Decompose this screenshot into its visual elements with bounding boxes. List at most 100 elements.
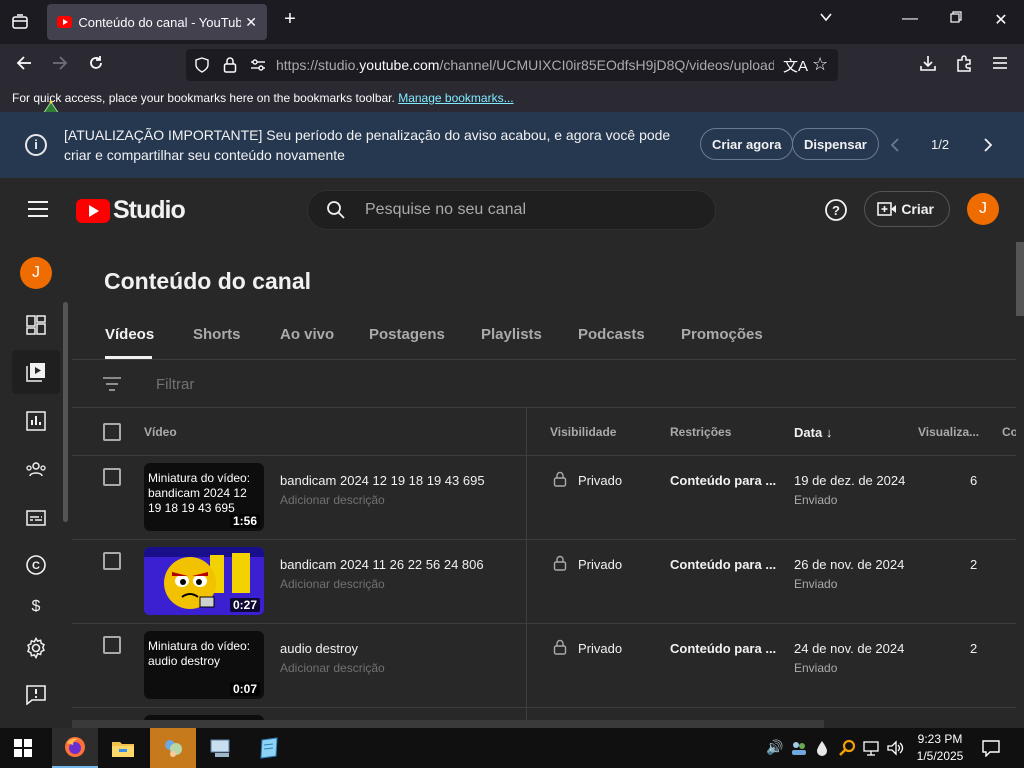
browser-tab-active[interactable]: Conteúdo do canal - YouTube Studio ✕ (47, 4, 267, 40)
tray-drop-icon[interactable] (815, 739, 829, 762)
visibility-value[interactable]: Privado (578, 641, 622, 656)
permissions-icon[interactable] (249, 57, 267, 78)
previous-announcement-icon[interactable] (889, 137, 901, 158)
chat-app-taskbar-icon[interactable] (150, 728, 196, 768)
account-avatar[interactable]: J (967, 193, 999, 225)
subtitles-icon[interactable] (24, 506, 48, 530)
info-icon: i (25, 134, 47, 156)
row-checkbox[interactable] (103, 636, 121, 654)
url-bar[interactable]: https://studio.youtube.com/channel/UCMUI… (186, 49, 838, 81)
menu-icon[interactable] (27, 200, 49, 223)
video-description[interactable]: Adicionar descrição (280, 493, 385, 507)
restore-window-icon[interactable] (944, 10, 968, 28)
forward-arrow-icon[interactable] (49, 54, 71, 77)
list-all-tabs-icon[interactable] (814, 10, 838, 29)
visibility-value[interactable]: Privado (578, 557, 622, 572)
feedback-icon[interactable] (24, 683, 48, 707)
reload-icon[interactable] (85, 54, 107, 77)
analytics-icon[interactable] (24, 409, 48, 433)
computer-app-icon[interactable] (198, 728, 244, 768)
windows-start-icon[interactable] (0, 728, 46, 768)
dashboard-icon[interactable] (24, 313, 48, 337)
url-text: https://studio.youtube.com/channel/UCMUI… (276, 57, 774, 73)
notifications-icon[interactable] (982, 739, 1000, 762)
tab-videos[interactable]: Vídeos (105, 326, 154, 343)
firefox-taskbar-icon[interactable] (52, 728, 98, 768)
taskbar-clock[interactable]: 9:23 PM 1/5/2025 (908, 731, 972, 765)
settings-gear-icon[interactable] (24, 636, 48, 660)
column-header-views[interactable]: Visualiza... (918, 425, 979, 439)
column-header-video: Vídeo (144, 425, 177, 439)
extensions-icon[interactable] (953, 54, 975, 77)
help-icon[interactable]: ? (824, 198, 848, 227)
create-button[interactable]: Criar (864, 191, 950, 227)
manage-bookmarks-link[interactable]: Manage bookmarks... (398, 91, 513, 105)
search-input[interactable]: Pesquise no seu canal (307, 190, 716, 230)
column-header-restrictions[interactable]: Restrições (670, 425, 731, 439)
filter-icon[interactable] (102, 377, 122, 396)
restrictions-value[interactable]: Conteúdo para ... (670, 473, 776, 488)
dismiss-button[interactable]: Dispensar (792, 128, 879, 160)
video-thumbnail[interactable]: Miniatura do vídeo: audio destroy 0:07 (144, 631, 264, 699)
hamburger-menu-icon[interactable] (989, 54, 1011, 75)
column-header-date[interactable]: Data ↓ (794, 425, 832, 440)
video-description[interactable]: Adicionar descrição (280, 661, 385, 675)
filter-input[interactable]: Filtrar (156, 376, 194, 393)
copyright-icon[interactable]: C (24, 553, 48, 577)
notepad-app-icon[interactable] (246, 728, 292, 768)
new-tab-icon[interactable]: + (278, 8, 302, 31)
vertical-scrollbar-thumb[interactable] (1016, 242, 1024, 316)
tab-promotions[interactable]: Promoções (681, 326, 763, 343)
channel-avatar[interactable]: J (20, 257, 52, 289)
tray-people-icon[interactable] (790, 739, 808, 762)
video-thumbnail[interactable]: 0:27 (144, 547, 264, 615)
community-icon[interactable] (24, 457, 48, 481)
tab-live[interactable]: Ao vivo (280, 326, 334, 343)
youtube-logo-icon (76, 198, 110, 223)
sticky-column-divider (526, 408, 527, 728)
horizontal-scrollbar[interactable] (72, 720, 824, 728)
content-icon[interactable] (24, 360, 48, 384)
close-tab-icon[interactable]: ✕ (245, 14, 257, 31)
tab-podcasts[interactable]: Podcasts (578, 326, 645, 343)
file-explorer-icon[interactable] (100, 728, 146, 768)
create-now-button[interactable]: Criar agora (700, 128, 794, 160)
sidebar-scrollbar[interactable] (63, 302, 68, 522)
studio-logo[interactable]: Studio (76, 196, 186, 225)
views-value: 6 (970, 473, 978, 488)
downloads-icon[interactable] (917, 54, 939, 77)
column-header-visibility[interactable]: Visibilidade (550, 425, 616, 439)
video-title[interactable]: audio destroy (280, 641, 358, 656)
close-window-icon[interactable]: ✕ (989, 10, 1013, 30)
tray-network-icon[interactable] (862, 739, 880, 762)
tray-volume-mixer-icon[interactable]: 🔊 (766, 739, 783, 756)
restrictions-value[interactable]: Conteúdo para ... (670, 557, 776, 572)
tab-playlists[interactable]: Playlists (481, 326, 542, 343)
visibility-value[interactable]: Privado (578, 473, 622, 488)
restrictions-value[interactable]: Conteúdo para ... (670, 641, 776, 656)
video-duration: 1:56 (229, 514, 260, 528)
video-title[interactable]: bandicam 2024 11 26 22 56 24 806 (280, 557, 484, 572)
tray-search-key-icon[interactable] (838, 739, 856, 762)
back-arrow-icon[interactable] (13, 54, 35, 77)
tab-shorts[interactable]: Shorts (193, 326, 241, 343)
select-all-checkbox[interactable] (103, 423, 121, 441)
page-title: Conteúdo do canal (104, 268, 311, 294)
earn-icon[interactable]: $ (24, 598, 48, 612)
tray-speaker-icon[interactable] (886, 739, 904, 762)
tab-posts[interactable]: Postagens (369, 326, 445, 343)
next-announcement-icon[interactable] (982, 137, 994, 158)
tab-list-icon[interactable] (10, 12, 30, 32)
minimize-icon[interactable]: — (898, 10, 922, 28)
filter-bar[interactable]: Filtrar (72, 360, 1016, 408)
translate-icon[interactable]: 文A (783, 55, 808, 76)
bookmark-star-icon[interactable]: ☆ (812, 54, 828, 75)
row-checkbox[interactable] (103, 552, 121, 570)
video-thumbnail[interactable]: Miniatura do vídeo: bandicam 2024 12 19 … (144, 463, 264, 531)
video-title[interactable]: bandicam 2024 12 19 18 19 43 695 (280, 473, 485, 488)
tracking-shield-icon[interactable] (194, 57, 210, 78)
vertical-scrollbar-track[interactable] (1016, 242, 1024, 728)
lock-icon[interactable] (223, 56, 237, 79)
row-checkbox[interactable] (103, 468, 121, 486)
video-description[interactable]: Adicionar descrição (280, 577, 385, 591)
